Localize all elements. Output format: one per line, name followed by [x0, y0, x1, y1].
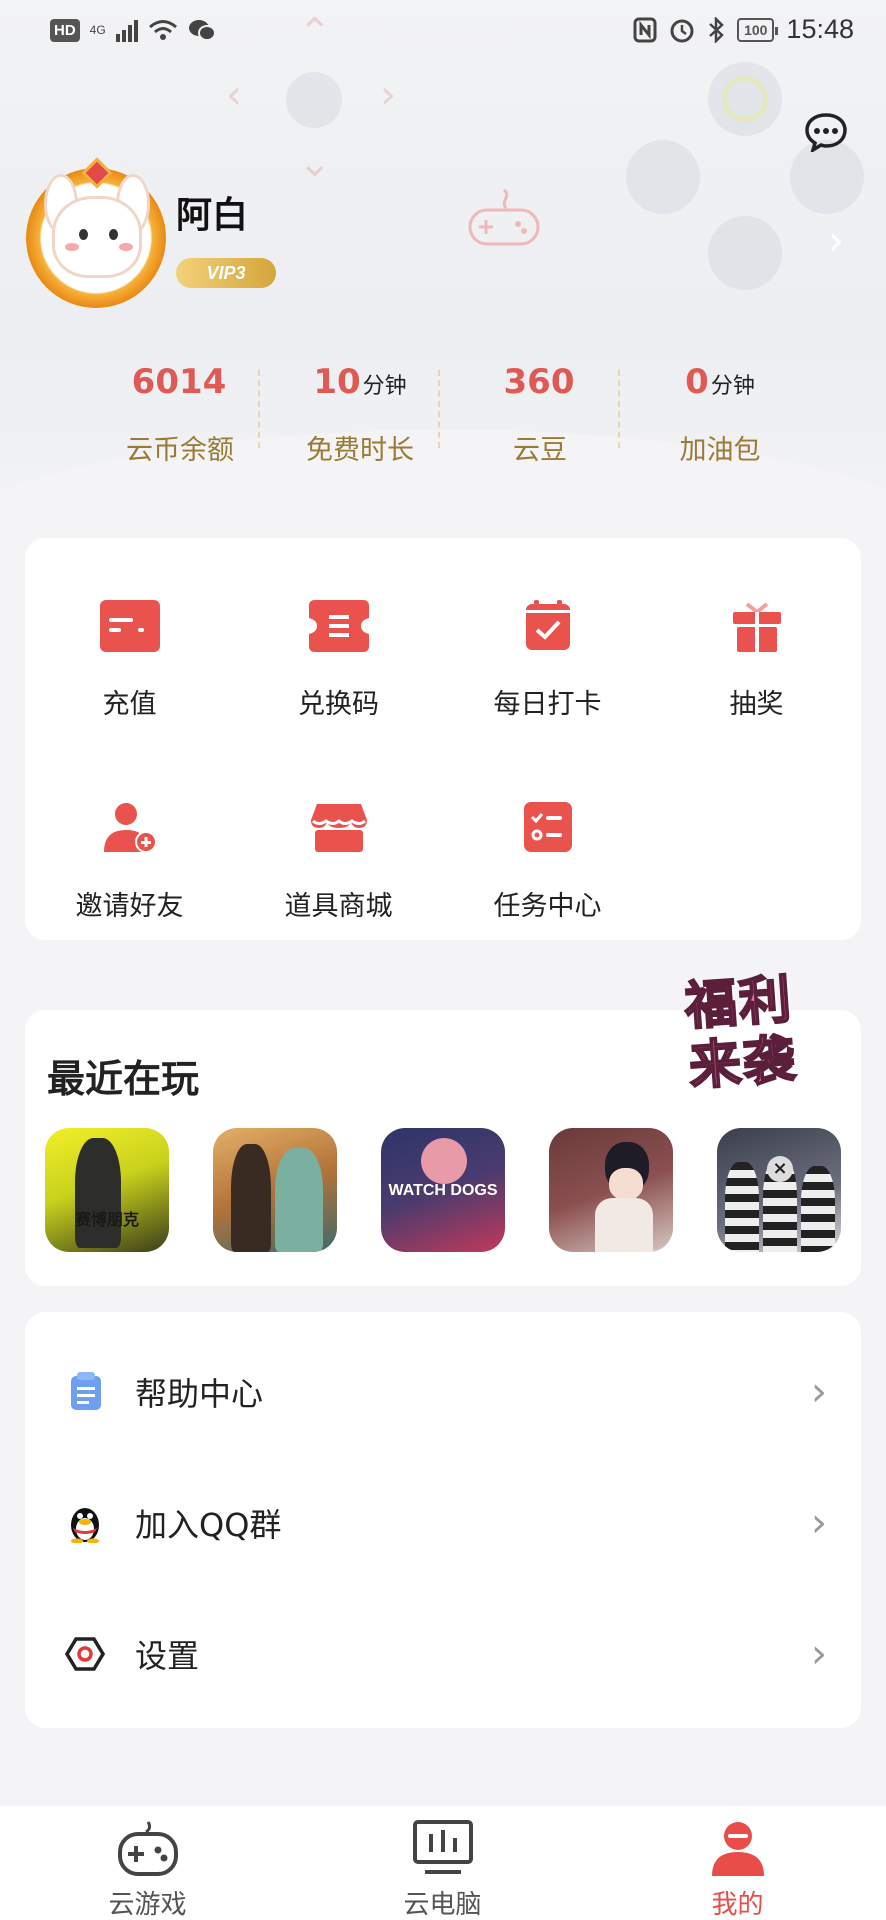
close-icon[interactable]: × — [767, 1156, 793, 1182]
nav-label: 云游戏 — [108, 1890, 187, 1920]
action-label: 邀请好友 — [75, 891, 184, 922]
action-label: 道具商城 — [284, 891, 393, 922]
quick-actions-card: 充值 兑换码 每日打卡 抽奖 邀请好友 道具商城 任务中心 — [25, 538, 861, 940]
chevron-right-icon: › — [811, 1368, 827, 1415]
game-tile-anime-group[interactable]: × — [717, 1128, 841, 1252]
stat-label: 云豆 — [513, 435, 567, 466]
action-invite-friends[interactable]: 邀请好友 — [25, 802, 234, 923]
hexagon-settings-icon — [65, 1636, 105, 1671]
wechat-icon — [188, 20, 216, 41]
account-stats: 6014 云币余额 10分钟 免费时长 360 云豆 0分钟 加油包 — [90, 358, 810, 468]
menu-item-settings[interactable]: 设置 › — [25, 1588, 861, 1719]
add-user-icon — [103, 803, 157, 853]
action-redeem-code[interactable]: 兑换码 — [234, 600, 443, 721]
game-tile-watch-dogs[interactable]: WATCH DOGS — [381, 1128, 505, 1252]
promo-text-line1: 福利 — [682, 968, 796, 1038]
stat-free-time[interactable]: 10分钟 免费时长 — [258, 358, 450, 468]
menu-item-help-center[interactable]: 帮助中心 › — [25, 1326, 861, 1457]
bluetooth-icon — [709, 16, 724, 43]
game-tile-anime-girl[interactable] — [549, 1128, 673, 1252]
recent-games-list: 赛博朋克 WATCH DOGS × — [45, 1128, 841, 1252]
game-title: WATCH DOGS — [388, 1182, 498, 1199]
message-icon[interactable] — [804, 112, 848, 152]
document-icon — [71, 1371, 101, 1410]
menu-item-join-qq-group[interactable]: 加入QQ群 › — [25, 1457, 861, 1588]
section-title-recent: 最近在玩 — [47, 1057, 200, 1101]
battery-indicator: 100 — [737, 17, 779, 42]
menu-label: 设置 — [135, 1636, 200, 1675]
signal-icon — [115, 18, 138, 42]
user-icon — [711, 1822, 764, 1876]
stat-fuel-pack[interactable]: 0分钟 加油包 — [618, 358, 810, 468]
username: 阿白 — [176, 195, 249, 236]
monitor-icon — [412, 1820, 473, 1874]
action-daily-checkin[interactable]: 每日打卡 — [443, 600, 652, 721]
bottom-navigation: 云游戏 云电脑 我的 — [0, 1806, 886, 1920]
nav-tab-cloud-games[interactable]: 云游戏 — [0, 1806, 295, 1920]
wifi-icon — [148, 20, 177, 40]
stat-cloud-beans[interactable]: 360 云豆 — [438, 358, 630, 468]
shop-icon — [310, 804, 367, 852]
action-label: 充值 — [102, 689, 157, 720]
nav-label: 我的 — [711, 1890, 764, 1920]
nav-tab-cloud-pc[interactable]: 云电脑 — [295, 1806, 590, 1920]
menu-label: 帮助中心 — [135, 1374, 264, 1413]
stat-label: 云币余额 — [126, 435, 234, 466]
game-title: 赛博朋克 — [74, 1212, 139, 1229]
stat-value: 10 — [313, 362, 361, 402]
stat-value: 0 — [685, 362, 709, 402]
promo-text-line2: 来袭 — [686, 1028, 800, 1098]
hd-badge: HD — [50, 18, 80, 42]
calendar-check-icon — [525, 600, 570, 650]
chevron-right-icon: › — [811, 1630, 827, 1677]
avatar[interactable] — [22, 157, 172, 310]
network-type: 4G — [89, 23, 106, 37]
alarm-icon — [670, 19, 694, 42]
stat-value: 360 — [503, 362, 575, 402]
clock: 15:48 — [786, 14, 854, 44]
action-lottery[interactable]: 抽奖 — [652, 600, 861, 721]
action-label: 每日打卡 — [493, 689, 602, 720]
stat-unit: 分钟 — [710, 374, 755, 399]
card-icon — [99, 600, 160, 652]
nav-tab-mine[interactable]: 我的 — [590, 1806, 885, 1920]
action-recharge[interactable]: 充值 — [25, 600, 234, 721]
gift-icon — [732, 602, 781, 652]
stat-label: 加油包 — [679, 435, 761, 466]
qq-penguin-icon — [71, 1507, 99, 1543]
settings-menu-card: 帮助中心 › 加入QQ群 › 设置 › — [25, 1312, 861, 1728]
vip-badge[interactable]: VIP3 — [176, 258, 276, 288]
action-label: 任务中心 — [493, 891, 602, 922]
action-label: 抽奖 — [729, 689, 784, 720]
profile-chevron-right-icon[interactable]: › — [828, 218, 844, 264]
menu-label: 加入QQ群 — [135, 1505, 282, 1544]
task-list-icon — [523, 802, 572, 852]
stat-value: 6014 — [131, 362, 227, 402]
game-tile-cyberpunk[interactable]: 赛博朋克 — [45, 1128, 169, 1252]
status-bar: HD 4G 100 15:48 — [0, 0, 886, 66]
stat-coin-balance[interactable]: 6014 云币余额 — [90, 358, 270, 468]
gamepad-icon — [117, 1821, 178, 1876]
gamepad-decoration-icon — [468, 188, 540, 246]
chevron-right-icon: › — [811, 1499, 827, 1546]
nfc-icon — [633, 17, 657, 42]
stat-label: 免费时长 — [306, 435, 414, 466]
game-tile-gta[interactable] — [213, 1128, 337, 1252]
nav-label: 云电脑 — [403, 1890, 482, 1920]
promo-sticker[interactable]: 福利 来袭 — [682, 967, 843, 1127]
action-item-shop[interactable]: 道具商城 — [234, 802, 443, 923]
action-task-center[interactable]: 任务中心 — [443, 802, 652, 923]
stat-unit: 分钟 — [362, 374, 407, 399]
action-label: 兑换码 — [298, 689, 379, 720]
ticket-icon — [308, 600, 369, 652]
